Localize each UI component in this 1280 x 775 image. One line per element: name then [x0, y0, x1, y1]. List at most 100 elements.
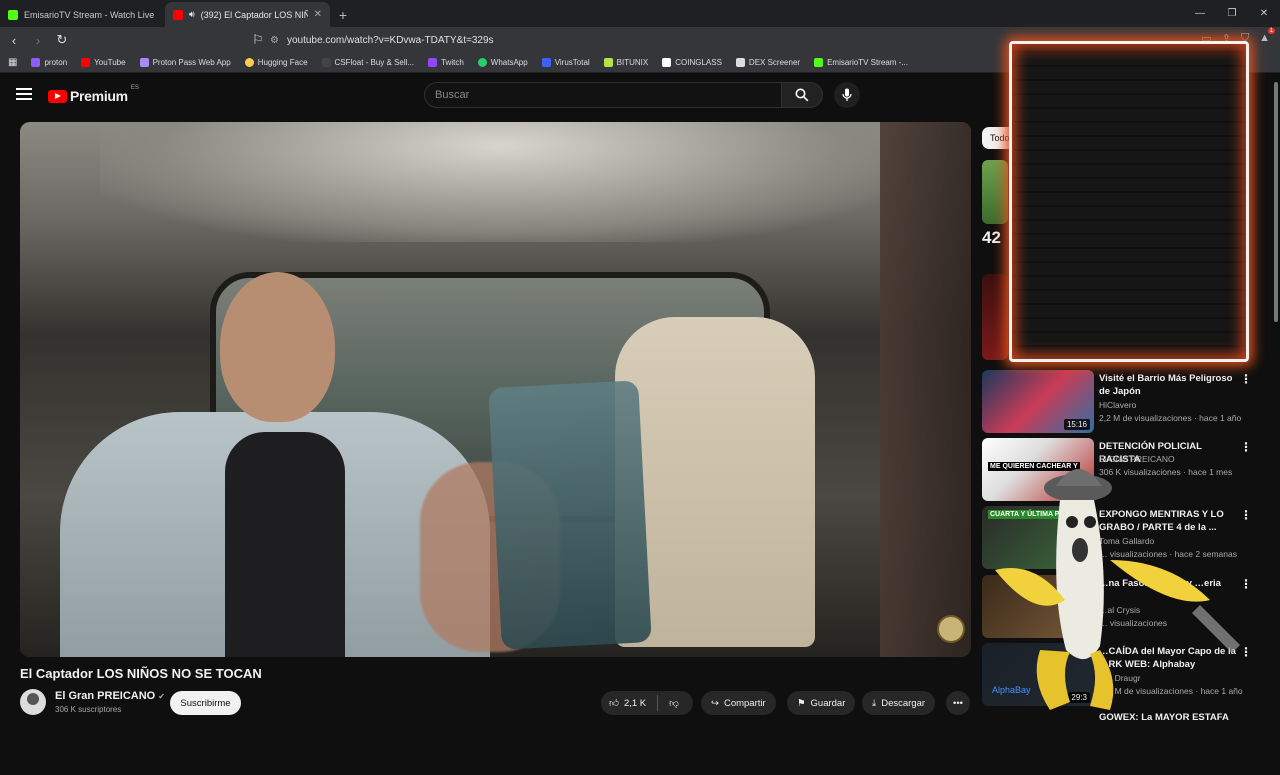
apps-grid-icon[interactable]: ▦ — [8, 57, 17, 68]
video-thumbnail[interactable] — [982, 575, 1094, 638]
save-bookmark-icon: ⚑ — [797, 697, 806, 709]
thumbs-up-icon: 👍︎ — [609, 698, 619, 709]
share-button[interactable]: ↪ Compartir — [701, 691, 776, 715]
close-window-icon[interactable]: ✕ — [1248, 0, 1280, 27]
recommendation-meta: 306 K visualizaciones · hace 1 mes — [1099, 467, 1233, 477]
browser-tab-bar: EmisarioTV Stream - Watch Live on K 🔊︎ (… — [0, 0, 1280, 27]
recommendation-meta: 2,2 M de visualizaciones · hace 1 año — [1099, 413, 1242, 423]
webcam-overlay-frame — [1009, 41, 1249, 362]
like-button[interactable]: 👍︎ 2,1 K — [609, 697, 646, 710]
tab-emisariotv[interactable]: EmisarioTV Stream - Watch Live on K — [0, 2, 165, 27]
video-thumbnail[interactable]: CUARTA Y ÚLTIMA PA — [982, 506, 1094, 569]
recommendation-meta: …6 M de visualizaciones · hace 1 año — [1099, 686, 1243, 696]
bookmark-emisariotv[interactable]: EmisarioTV Stream -... — [814, 58, 908, 67]
speaker-icon[interactable]: 🔊︎ — [189, 9, 195, 20]
bookmark-twitch[interactable]: Twitch — [428, 58, 464, 67]
logo-text: Premium — [70, 88, 128, 104]
kick-icon — [8, 9, 18, 20]
partial-thumbnail[interactable] — [982, 160, 1008, 224]
verified-icon: ✔ — [158, 692, 165, 701]
list-item[interactable]: GOWEX: La MAYOR ESTAFA — [982, 711, 1272, 775]
search-button[interactable] — [781, 82, 823, 108]
list-item[interactable]: 15:16 Visité el Barrio Más Peligroso de … — [982, 370, 1272, 434]
youtube-favicon-icon — [173, 9, 183, 20]
dislike-button[interactable]: 👎︎ — [669, 697, 679, 709]
recommendation-title: …na Faso: … SMO y …eria — [1099, 578, 1221, 589]
duration-badge: 15:16 — [1063, 419, 1090, 430]
bookmark-dex-screener[interactable]: DEX Screener — [735, 58, 800, 67]
recommendation-title: …CAÍDA del Mayor Capo de la …RK WEB: Alp… — [1099, 646, 1236, 670]
reload-icon[interactable]: ↻ — [52, 30, 72, 50]
site-settings-icon[interactable]: ⚙ — [270, 35, 279, 46]
back-icon[interactable]: ‹ — [4, 30, 24, 50]
thumbnail-text: AlphaBay — [992, 685, 1031, 695]
youtube-logo-icon — [48, 89, 67, 103]
bookmark-icon[interactable]: ⚐ — [248, 30, 268, 50]
channel-name[interactable]: El Gran PREICANO ✔ — [55, 690, 165, 702]
bookmark-coinglass[interactable]: COINGLASS — [662, 58, 722, 67]
youtube-premium-logo[interactable]: Premium ES — [48, 85, 139, 104]
tab-title: (392) El Captador LOS NIÑOS — [200, 9, 308, 20]
list-item[interactable]: …na Faso: … SMO y …eria …al Crysis … vis… — [982, 575, 1272, 639]
thumbnail-text: ME QUIEREN CACHEAR Y — [988, 462, 1080, 471]
list-item[interactable]: CUARTA Y ÚLTIMA PA EXPONGO MENTIRAS Y LO… — [982, 506, 1272, 570]
download-icon: ⤓ — [872, 697, 877, 709]
voice-search-button[interactable] — [834, 82, 860, 108]
bookmark-bitunix[interactable]: BITUNIX — [603, 58, 648, 67]
url-field[interactable]: ⚙ youtube.com/watch?v=KDvwa-TDATY&t=329s — [270, 31, 998, 49]
scrollbar-thumb[interactable] — [1274, 82, 1278, 322]
video-thumbnail[interactable]: 15:16 — [982, 370, 1094, 433]
bookmark-hugging-face[interactable]: Hugging Face — [244, 58, 308, 67]
restore-icon[interactable]: ❐ — [1216, 0, 1248, 27]
search-input[interactable]: Buscar — [424, 82, 782, 108]
minimize-icon[interactable]: — — [1184, 0, 1216, 27]
bookmark-proton[interactable]: proton — [31, 58, 67, 67]
recommendation-title: EXPONGO MENTIRAS Y LO GRABO / PARTE 4 de… — [1099, 509, 1224, 533]
more-vertical-icon[interactable]: ⋮ — [1240, 372, 1252, 386]
download-button[interactable]: ⤓ Descargar — [862, 691, 936, 715]
video-thumbnail[interactable]: AlphaBay 29:3 — [982, 643, 1094, 706]
list-item[interactable]: ME QUIEREN CACHEAR Y DETENCIÓN POLICIAL … — [982, 438, 1272, 502]
bookmark-youtube[interactable]: YouTube — [81, 58, 126, 67]
country-code: ES — [130, 85, 139, 91]
share-arrow-icon: ↪ — [711, 697, 719, 709]
thumbnail-text: CUARTA Y ÚLTIMA PA — [988, 510, 1066, 519]
recommendation-meta: … visualizaciones — [1099, 618, 1168, 628]
partial-thumbnail[interactable] — [982, 274, 1008, 360]
phone-in-hand — [488, 380, 652, 650]
forward-icon[interactable]: › — [28, 30, 48, 50]
bookmark-csfloat[interactable]: CSFloat - Buy & Sell... — [321, 58, 414, 67]
more-vertical-icon[interactable]: ⋮ — [1240, 508, 1252, 522]
bookmark-proton-pass[interactable]: Proton Pass Web App — [139, 58, 231, 67]
hamburger-menu-icon[interactable] — [16, 88, 32, 102]
bookmark-virustotal[interactable]: VirusTotal — [541, 58, 590, 67]
scrollbar[interactable] — [1272, 76, 1280, 720]
channel-watermark-icon[interactable] — [937, 615, 965, 643]
tab-youtube[interactable]: 🔊︎ (392) El Captador LOS NIÑOS ✕ — [165, 2, 330, 27]
video-player[interactable] — [20, 122, 971, 657]
subscribe-button[interactable]: Suscribirme — [170, 691, 241, 715]
notification-badge: 1 — [1267, 28, 1275, 34]
more-actions-button[interactable]: ••• — [946, 691, 970, 715]
duration-badge: 29:3 — [1068, 692, 1090, 703]
video-thumbnail[interactable]: ME QUIEREN CACHEAR Y — [982, 438, 1094, 501]
list-item[interactable]: AlphaBay 29:3 …CAÍDA del Mayor Capo de la… — [982, 643, 1272, 707]
channel-avatar[interactable] — [20, 689, 46, 715]
recommendation-channel: …d Draugr — [1099, 673, 1141, 683]
recommendation-channel: …al Crysis — [1099, 605, 1141, 615]
more-vertical-icon[interactable]: ⋮ — [1240, 440, 1252, 454]
close-tab-icon[interactable]: ✕ — [314, 9, 322, 20]
more-horizontal-icon: ••• — [953, 697, 963, 709]
more-vertical-icon[interactable]: ⋮ — [1240, 577, 1252, 591]
recommendation-meta: … visualizaciones · hace 2 semanas — [1099, 549, 1237, 559]
new-tab-button[interactable]: + — [330, 2, 356, 27]
more-vertical-icon[interactable]: ⋮ — [1240, 645, 1252, 659]
microphone-icon — [842, 88, 852, 101]
save-button[interactable]: ⚑ Guardar — [787, 691, 856, 715]
video-title: El Captador LOS NIÑOS NO SE TOCAN — [20, 666, 262, 681]
partial-number: 42 — [982, 228, 1001, 247]
bookmark-whatsapp[interactable]: WhatsApp — [477, 58, 528, 67]
rewards-icon[interactable]: ▲ 1 — [1259, 28, 1275, 45]
recommendation-channel: El Gran PREICANO — [1099, 454, 1175, 464]
like-dislike-group: 👍︎ 2,1 K 👎︎ — [601, 691, 693, 715]
